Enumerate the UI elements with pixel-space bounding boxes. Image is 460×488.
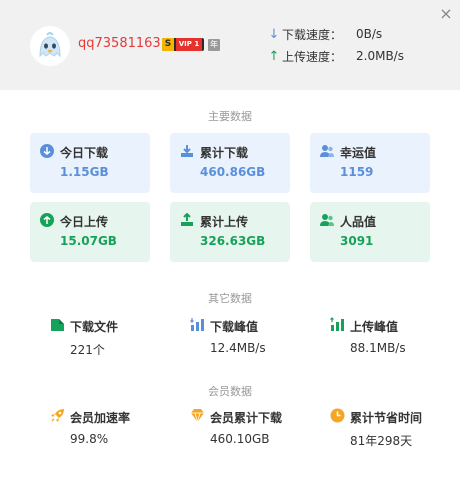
- stat-label: 上传峰值: [350, 320, 399, 334]
- main-data-title: 主要数据: [208, 110, 252, 123]
- card-value: 1.15GB: [60, 165, 109, 179]
- card-character-value: 人品值 3091: [310, 202, 430, 262]
- username: qq73581163: [78, 36, 161, 51]
- member-data-title: 会员数据: [208, 385, 252, 398]
- card-label: 今日上传: [60, 215, 109, 229]
- profile-header: qq73581163 S VIP 1 年 ↓ 下载速度： 0B/s ↑ 上传速度…: [0, 0, 460, 90]
- clock-icon: [330, 408, 345, 423]
- card-total-download: 累计下载 460.86GB: [170, 133, 290, 193]
- download-speed-row: ↓ 下载速度： 0B/s: [268, 25, 383, 43]
- upload-speed-row: ↑ 上传速度： 2.0MB/s: [268, 47, 404, 65]
- card-label: 今日下载: [60, 146, 109, 160]
- download-circle-icon: [40, 144, 54, 158]
- arrow-down-icon: ↓: [268, 26, 280, 42]
- stat-upload-peak: 上传峰值 88.1MB/s: [330, 317, 460, 357]
- bar-chart-up-icon: [330, 317, 344, 331]
- other-data-title: 其它数据: [208, 292, 252, 305]
- card-label: 幸运值: [340, 146, 377, 160]
- download-speed-label: 下载速度：: [282, 27, 343, 42]
- card-value: 460.86GB: [200, 165, 266, 179]
- lightning-icon: S: [162, 38, 174, 51]
- card-value: 15.07GB: [60, 234, 117, 248]
- vip-level: VIP 1: [176, 38, 202, 51]
- card-today-upload: 今日上传 15.07GB: [30, 202, 150, 262]
- stat-label: 下载峰值: [210, 320, 259, 334]
- stat-value: 221个: [70, 343, 105, 357]
- bar-chart-down-icon: [190, 318, 204, 331]
- stat-member-total-download: 会员累计下载 460.10GB: [190, 408, 320, 448]
- upload-speed-label: 上传速度：: [282, 49, 343, 64]
- stat-value: 81年298天: [350, 434, 413, 448]
- stat-download-files: 下载文件 221个: [50, 317, 180, 357]
- upload-circle-icon: [40, 213, 54, 227]
- card-value: 326.63GB: [200, 234, 266, 248]
- year-badge: 年: [208, 39, 220, 51]
- stat-label: 会员加速率: [70, 411, 131, 425]
- stat-time-saved: 累计节省时间 81年298天: [330, 408, 460, 448]
- upload-speed-value: 2.0MB/s: [356, 49, 404, 63]
- rocket-icon: [51, 409, 64, 422]
- stat-value: 88.1MB/s: [350, 341, 406, 355]
- card-label: 累计下载: [200, 146, 249, 160]
- stat-value: 12.4MB/s: [210, 341, 266, 355]
- card-label: 人品值: [340, 215, 377, 229]
- file-icon: [51, 319, 64, 331]
- diamond-icon: [191, 409, 204, 423]
- upload-tray-icon: [181, 213, 193, 226]
- card-value: 1159: [340, 165, 374, 179]
- stat-label: 累计节省时间: [350, 411, 423, 425]
- stat-value: 99.8%: [70, 432, 109, 446]
- stat-label: 会员累计下载: [210, 411, 283, 425]
- vip-badge: S VIP 1: [162, 38, 204, 51]
- download-tray-icon: [181, 145, 193, 157]
- card-value: 3091: [340, 234, 374, 248]
- close-button[interactable]: ×: [438, 6, 454, 22]
- card-today-download: 今日下载 1.15GB: [30, 133, 150, 193]
- stat-member-speedup: 会员加速率 99.8%: [50, 408, 180, 448]
- user-group-icon: [320, 214, 334, 226]
- card-luck-value: 幸运值 1159: [310, 133, 430, 193]
- download-speed-value: 0B/s: [356, 27, 383, 41]
- users-icon: [320, 145, 334, 157]
- ghost-avatar-icon: [30, 26, 70, 66]
- card-label: 累计上传: [200, 215, 249, 229]
- stat-value: 460.10GB: [210, 432, 270, 446]
- stat-label: 下载文件: [70, 320, 119, 334]
- stat-download-peak: 下载峰值 12.4MB/s: [190, 317, 320, 357]
- avatar[interactable]: [30, 26, 70, 66]
- card-total-upload: 累计上传 326.63GB: [170, 202, 290, 262]
- arrow-up-icon: ↑: [268, 48, 280, 64]
